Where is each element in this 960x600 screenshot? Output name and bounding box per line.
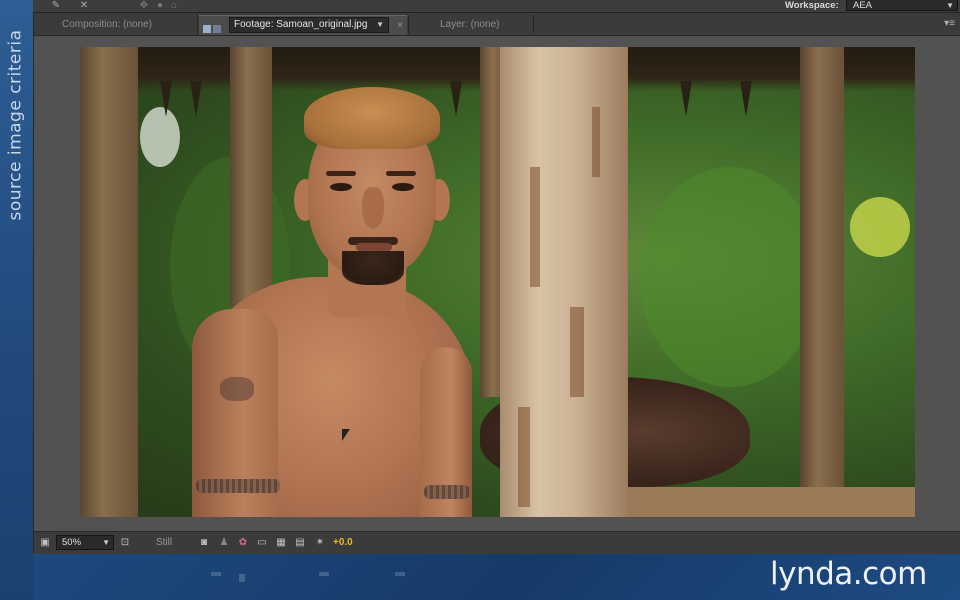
reset-exposure-icon[interactable]: ✶ xyxy=(313,536,327,549)
tab-divider xyxy=(533,15,534,34)
yellow-leaves xyxy=(850,197,910,257)
man-brow xyxy=(326,171,356,176)
channels-icon[interactable]: ✿ xyxy=(236,536,250,549)
workspace-label: Workspace: xyxy=(785,0,839,11)
viewer-toolbar: ▣ 50% ▼ ⊡ Still ◙ ♟ ✿ ▭ ▦ ▤ ✶ +0.0 xyxy=(34,531,960,554)
man-eye xyxy=(392,183,414,191)
source-image-criteria-label: source image criteria xyxy=(6,29,26,221)
dock-divider xyxy=(319,572,329,576)
tab-divider xyxy=(408,15,409,34)
dock-divider xyxy=(211,572,221,576)
lynda-logo: lynda.com xyxy=(770,556,927,592)
footage-panel: Composition: (none) Footage: Samoan_orig… xyxy=(33,13,960,554)
mouse-cursor-icon xyxy=(342,429,350,441)
fit-frame-icon[interactable]: ⊡ xyxy=(118,536,132,549)
puppet-tool-icon[interactable]: ✥ xyxy=(137,0,151,11)
man-brow xyxy=(386,171,416,176)
panel-menu-icon[interactable]: ▾≡ xyxy=(944,16,955,32)
thatch-strand xyxy=(740,81,752,117)
pen-tool-icon[interactable]: ✎ xyxy=(49,0,63,11)
thatch-strand xyxy=(190,81,202,117)
app-top-bar: ✎ ✕ ✥ ● ⌂ Workspace: AEA ▼ xyxy=(33,0,960,13)
workspace-select[interactable]: AEA ▼ xyxy=(846,0,958,11)
workspace-value: AEA xyxy=(853,0,873,11)
foreground-pole xyxy=(500,47,628,517)
wooden-post xyxy=(800,47,844,487)
footage-select[interactable]: Footage: Samoan_original.jpg ▼ xyxy=(229,17,389,33)
transparency-grid-icon[interactable]: ▦ xyxy=(274,536,288,549)
sidebar-strip: source image criteria xyxy=(0,0,33,600)
man-mouth xyxy=(356,243,392,251)
tab-layer-label: Layer: (none) xyxy=(440,19,500,30)
chevron-down-icon: ▼ xyxy=(946,1,954,10)
thatch-strand xyxy=(160,81,172,117)
overlap-tool-icon[interactable]: ⌂ xyxy=(167,0,181,11)
man-nose xyxy=(362,187,384,229)
always-preview-icon[interactable]: ▣ xyxy=(38,536,52,549)
green-foliage xyxy=(640,167,820,387)
tab-composition[interactable]: Composition: (none) xyxy=(34,15,196,34)
man-beard xyxy=(342,251,404,285)
chevron-down-icon: ▼ xyxy=(376,20,384,29)
chevron-down-icon: ▼ xyxy=(102,538,110,547)
logo-text: lynda.com xyxy=(770,556,927,592)
grid-overlay-icon[interactable]: ▤ xyxy=(293,536,307,549)
region-of-interest-icon[interactable]: ▭ xyxy=(255,536,269,549)
viewer-tab-bar: Composition: (none) Footage: Samoan_orig… xyxy=(34,13,960,36)
brush-tool-icon[interactable]: ✕ xyxy=(77,0,91,11)
show-snapshot-icon[interactable]: ♟ xyxy=(217,536,231,549)
arm-tattoo-band xyxy=(424,485,470,499)
arm-tattoo-band xyxy=(196,479,280,493)
tab-footage-label: Footage: Samoan_original.jpg xyxy=(234,19,368,30)
thatch-strand xyxy=(450,81,462,117)
dock-divider xyxy=(239,574,245,582)
tab-layer[interactable]: Layer: (none) xyxy=(412,15,532,34)
thatch-strand xyxy=(680,81,692,117)
close-icon[interactable]: × xyxy=(397,16,403,35)
tab-composition-label: Composition: (none) xyxy=(62,19,153,30)
tab-footage[interactable]: Footage: Samoan_original.jpg ▼ × xyxy=(199,15,407,35)
man-hair xyxy=(304,87,440,149)
tab-divider xyxy=(197,15,198,34)
sidebar-vertical-label: source image criteria xyxy=(2,20,30,230)
footage-viewer-image[interactable] xyxy=(80,47,915,517)
snapshot-camera-icon[interactable]: ◙ xyxy=(197,536,211,549)
zoom-value: 50% xyxy=(62,537,82,548)
ground-platform xyxy=(628,487,915,517)
dock-divider xyxy=(395,572,405,576)
viewer-lock-icon[interactable] xyxy=(203,21,223,33)
pin-tool-icon[interactable]: ● xyxy=(153,0,167,11)
exposure-value[interactable]: +0.0 xyxy=(333,536,353,549)
arm-tattoo xyxy=(220,377,254,401)
wooden-post xyxy=(230,47,272,307)
zoom-select[interactable]: 50% ▼ xyxy=(56,535,114,550)
man-eye xyxy=(330,183,352,191)
still-label[interactable]: Still xyxy=(156,536,172,549)
wooden-post xyxy=(80,47,138,517)
